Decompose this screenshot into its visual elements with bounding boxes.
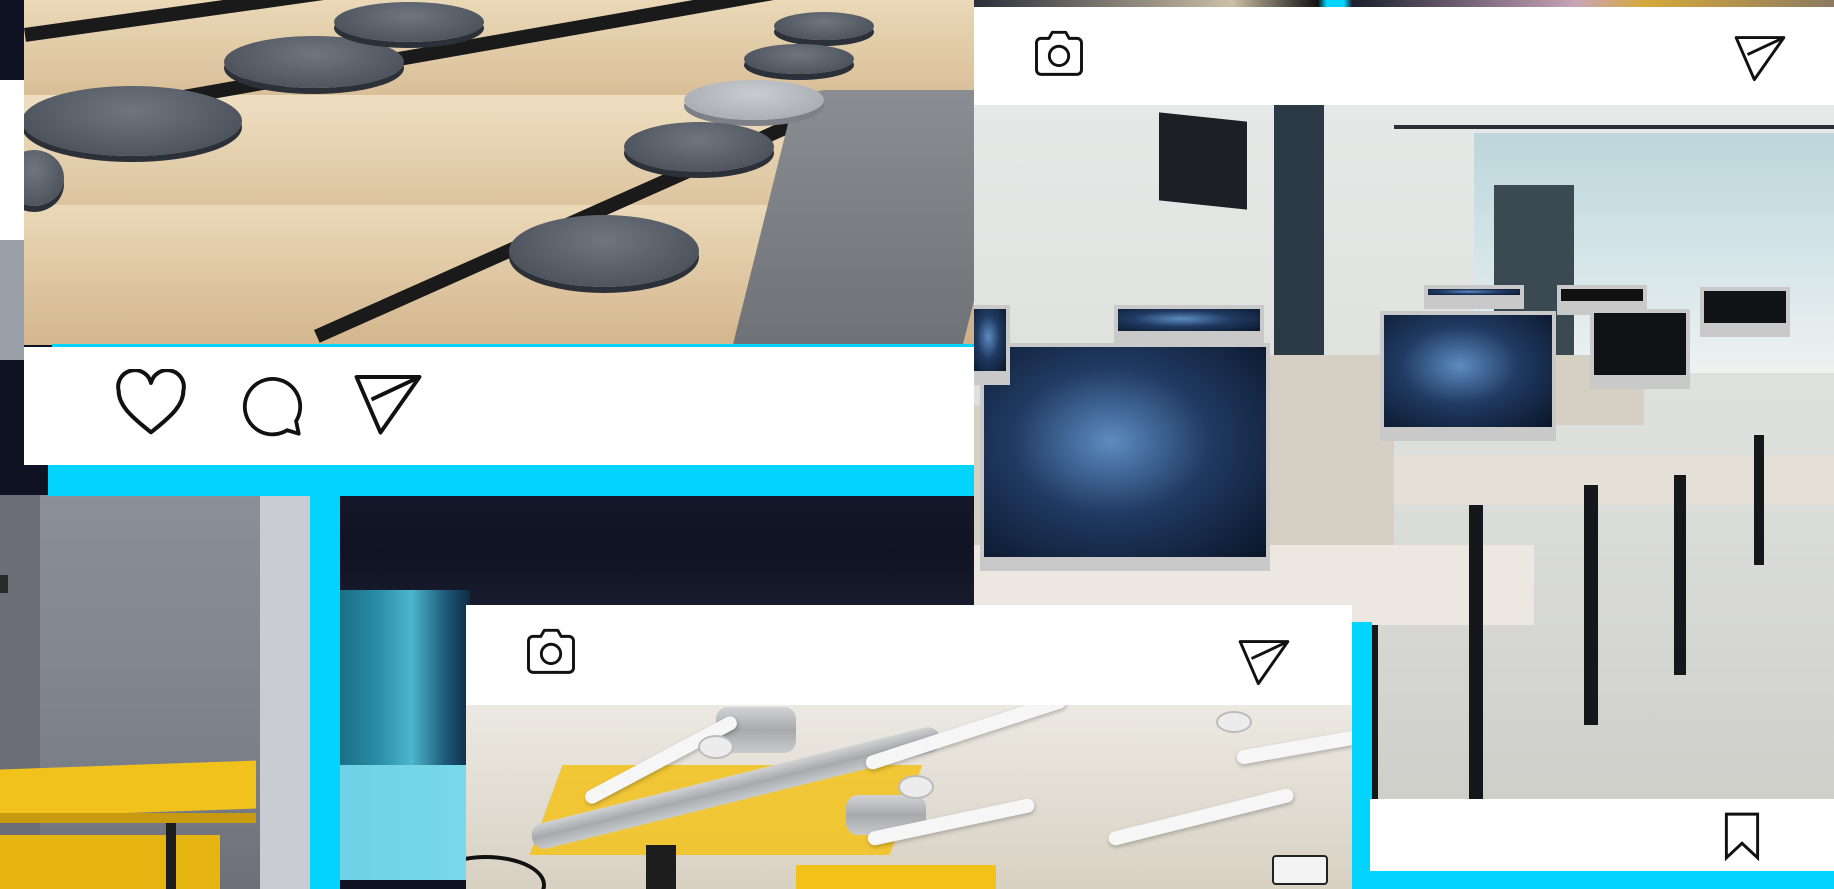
post-header-bar — [466, 605, 1352, 705]
wall-tv — [1159, 112, 1247, 210]
auditorium-steps-photo — [24, 0, 974, 345]
post-header-bar — [974, 7, 1834, 105]
yellow-table-edge — [0, 813, 256, 823]
ceiling-light-strip — [1394, 125, 1834, 129]
room-wall-panel — [260, 495, 310, 889]
send-icon[interactable] — [1236, 637, 1292, 687]
yellow-table-top — [0, 760, 256, 818]
computer-monitor — [1114, 305, 1264, 345]
post-action-bar — [24, 347, 974, 465]
cushion — [224, 36, 404, 88]
desk-leg — [1754, 435, 1764, 565]
ceiling-lights-photo — [466, 705, 1352, 889]
round-light — [698, 735, 734, 759]
left-white-piece — [0, 80, 24, 240]
room-column — [0, 495, 40, 889]
computer-monitor — [1700, 287, 1790, 337]
camera-icon[interactable] — [1032, 27, 1086, 79]
computer-monitor — [1424, 285, 1524, 309]
camera-icon[interactable] — [524, 625, 578, 677]
post-card-bottom-center — [466, 605, 1352, 889]
office-pillar — [1274, 105, 1324, 375]
send-icon[interactable] — [350, 371, 426, 437]
speaker — [646, 845, 676, 889]
desk-leg — [1674, 475, 1686, 675]
bookmark-icon[interactable] — [1722, 811, 1762, 861]
post-card-top-left — [24, 0, 974, 465]
collage-canvas — [0, 0, 1834, 889]
yellow-table-lower — [0, 835, 220, 889]
computer-monitor — [980, 343, 1270, 571]
round-light — [898, 775, 934, 799]
computer-monitor — [1380, 311, 1556, 441]
cushion — [624, 122, 774, 172]
cyan-stripe-vertical-left — [310, 495, 340, 889]
cushion — [509, 215, 699, 287]
projector — [1272, 855, 1328, 885]
computer-monitor — [974, 305, 1010, 385]
light-tube — [1235, 728, 1352, 766]
room-yellow-table-photo — [0, 495, 310, 889]
post-footer-bar — [1370, 799, 1834, 871]
wall-outlet — [0, 575, 8, 593]
cyan-stripe-vertical-right — [1352, 622, 1372, 889]
cyan-stripe-horizontal — [48, 464, 974, 496]
cushion — [24, 86, 242, 156]
teal-light-panel — [340, 765, 470, 880]
ring-lamp — [466, 855, 546, 889]
cyan-stripe-bottom-right — [1370, 871, 1834, 889]
left-gray-piece — [0, 240, 24, 360]
desk-leg — [1469, 505, 1483, 799]
comment-icon[interactable] — [236, 371, 306, 441]
cushion — [334, 2, 484, 42]
computer-monitor — [1590, 309, 1690, 389]
desk-leg — [1584, 485, 1598, 725]
cushion — [684, 80, 824, 120]
teal-blur-panel — [340, 590, 470, 765]
step-tier-3 — [24, 205, 804, 345]
navy-block — [340, 495, 974, 605]
cushion — [774, 12, 874, 40]
desk-top — [1394, 455, 1834, 505]
heart-icon[interactable] — [114, 369, 188, 437]
top-peek-strip — [974, 0, 1834, 7]
table-leg — [166, 823, 176, 889]
yellow-ceiling-panel — [796, 865, 996, 889]
light-tube — [1107, 787, 1295, 847]
cushion — [744, 44, 854, 74]
round-light — [1216, 711, 1252, 733]
send-icon[interactable] — [1732, 33, 1788, 83]
